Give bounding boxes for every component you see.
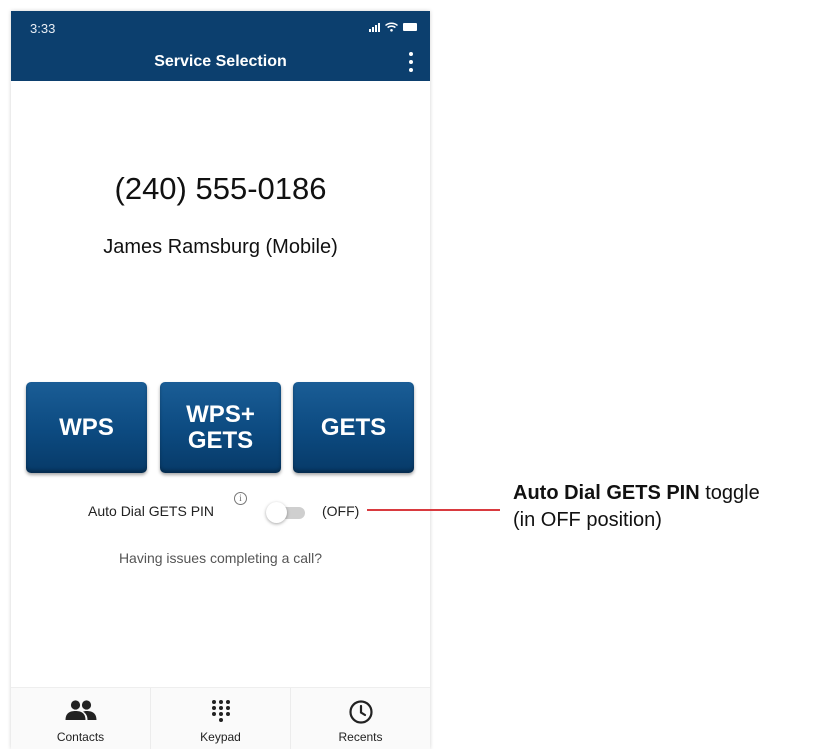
auto-dial-row: Auto Dial GETS PIN i (OFF) <box>11 492 430 524</box>
wps-button[interactable]: WPS <box>26 382 147 473</box>
wps-gets-line1: WPS+ <box>186 401 255 429</box>
status-icons <box>369 22 417 32</box>
nav-label-keypad: Keypad <box>200 730 241 744</box>
auto-dial-label: Auto Dial GETS PIN <box>88 503 215 519</box>
clock-icon <box>348 700 373 724</box>
wps-gets-button[interactable]: WPS+ GETS <box>160 382 281 473</box>
keypad-icon <box>211 700 230 722</box>
phone-screen: 3:33 Service Selection (240) 555-0186 Ja… <box>11 11 430 749</box>
signal-icon <box>369 22 380 32</box>
auto-dial-toggle[interactable] <box>263 501 307 523</box>
contact-name: James Ramsburg (Mobile) <box>103 236 338 258</box>
callout-line2: (in OFF position) <box>513 509 662 531</box>
gets-button[interactable]: GETS <box>293 382 414 473</box>
nav-contacts[interactable]: Contacts <box>11 688 151 749</box>
app-bar: 3:33 Service Selection <box>11 11 430 81</box>
phone-number: (240) 555-0186 <box>114 171 327 206</box>
contacts-icon <box>65 700 96 720</box>
toggle-thumb <box>266 502 287 523</box>
wps-gets-line2: GETS <box>187 426 254 454</box>
help-link[interactable]: Having issues completing a call? <box>11 550 430 566</box>
callout-annotation: Auto Dial GETS PIN toggle (in OFF positi… <box>513 480 760 534</box>
nav-recents[interactable]: Recents <box>291 688 430 749</box>
callout-line1: Auto Dial GETS PIN toggle <box>513 480 760 507</box>
callout-line <box>367 509 500 511</box>
callout-rest: toggle <box>699 482 760 504</box>
nav-label-recents: Recents <box>338 730 383 744</box>
callout-bold: Auto Dial GETS PIN <box>513 482 700 504</box>
info-icon[interactable]: i <box>234 492 247 505</box>
battery-icon <box>403 23 417 31</box>
bottom-nav: Contacts Keypad Recents <box>11 687 430 749</box>
wifi-icon <box>385 22 398 32</box>
toggle-state-text: (OFF) <box>322 503 360 519</box>
overflow-menu-icon[interactable] <box>406 52 416 72</box>
nav-label-contacts: Contacts <box>56 730 105 744</box>
status-time: 3:33 <box>30 21 56 36</box>
nav-keypad[interactable]: Keypad <box>151 688 291 749</box>
page-title: Service Selection <box>154 53 287 70</box>
